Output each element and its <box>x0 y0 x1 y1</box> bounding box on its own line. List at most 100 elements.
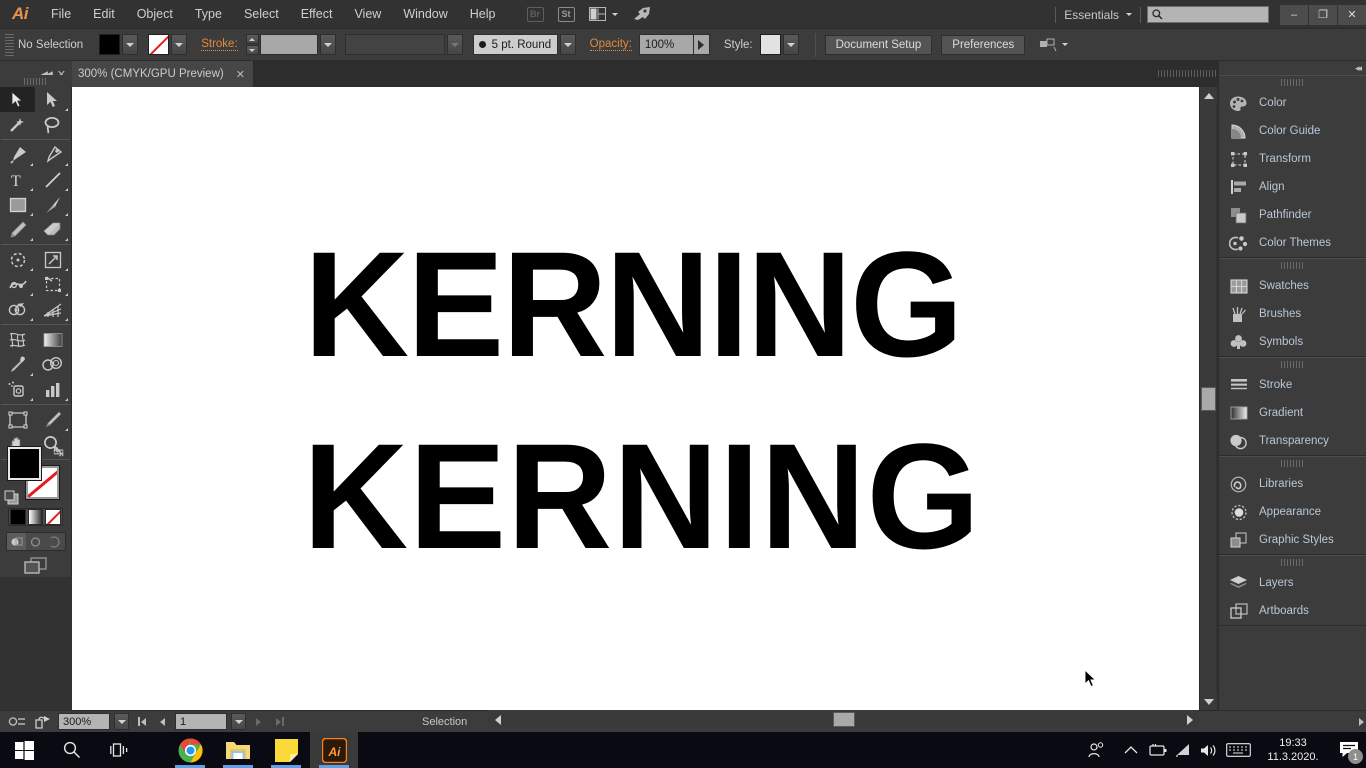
panel-gradient[interactable]: Gradient <box>1219 399 1366 427</box>
vertical-scrollbar[interactable] <box>1199 87 1217 710</box>
scale-tool[interactable] <box>35 247 70 272</box>
artwork-text-line-1[interactable]: KERNING <box>304 218 963 391</box>
document-canvas[interactable]: KERNING KERNING <box>72 87 1203 710</box>
swap-fill-stroke-icon[interactable]: ↹ <box>53 444 64 460</box>
artboard-tool[interactable] <box>0 407 35 432</box>
slice-tool[interactable] <box>35 407 70 432</box>
battery-icon[interactable] <box>1144 732 1170 768</box>
menu-effect[interactable]: Effect <box>290 0 344 29</box>
menu-file[interactable]: File <box>40 0 82 29</box>
dock-group-gripper[interactable] <box>1219 358 1366 371</box>
stroke-weight-control[interactable] <box>245 34 336 55</box>
panel-transform[interactable]: Transform <box>1219 145 1366 173</box>
fill-color-control[interactable] <box>99 34 139 55</box>
type-tool[interactable]: T <box>0 167 35 192</box>
gradient-fill-button[interactable] <box>27 509 44 525</box>
stroke-weight-field[interactable] <box>259 34 318 55</box>
scroll-down-button[interactable] <box>1200 693 1217 710</box>
opacity-flyout-button[interactable] <box>693 34 710 55</box>
direct-selection-tool[interactable] <box>35 87 70 112</box>
line-segment-tool[interactable] <box>35 167 70 192</box>
opacity-field[interactable]: 100% <box>638 34 694 55</box>
status-flyout-icon[interactable] <box>1359 717 1364 726</box>
symbol-sprayer-tool[interactable] <box>0 377 35 402</box>
panel-color-guide[interactable]: Color Guide <box>1219 117 1366 145</box>
taskbar-app-illustrator[interactable]: Ai <box>310 732 358 768</box>
curvature-tool[interactable] <box>35 142 70 167</box>
restore-button[interactable]: ❐ <box>1309 4 1337 25</box>
mesh-tool[interactable] <box>0 327 35 352</box>
start-button[interactable] <box>0 732 48 768</box>
wifi-icon[interactable] <box>1170 732 1196 768</box>
minimize-button[interactable]: – <box>1280 4 1308 25</box>
artboard-number-field[interactable]: 1 <box>175 713 227 730</box>
panel-color[interactable]: Color <box>1219 89 1366 117</box>
close-button[interactable]: ✕ <box>1338 4 1366 25</box>
paintbrush-tool[interactable] <box>35 192 70 217</box>
menu-window[interactable]: Window <box>392 0 458 29</box>
panel-libraries[interactable]: Libraries <box>1219 470 1366 498</box>
edit-toolbar-icon[interactable] <box>6 713 28 731</box>
opacity-label[interactable]: Opacity: <box>589 38 632 51</box>
stroke-weight-label[interactable]: Stroke: <box>201 38 238 51</box>
search-button[interactable] <box>48 732 96 768</box>
draw-normal-button[interactable] <box>7 533 27 550</box>
taskbar-app-sticky-notes[interactable] <box>262 732 310 768</box>
menu-edit[interactable]: Edit <box>82 0 126 29</box>
panel-stroke[interactable]: Stroke <box>1219 371 1366 399</box>
stroke-weight-dropdown[interactable] <box>319 34 336 55</box>
zoom-level-field[interactable]: 300% <box>58 713 110 730</box>
workspace-switcher[interactable]: Essentials <box>1056 8 1140 22</box>
control-bar-gripper[interactable] <box>5 33 14 56</box>
status-current-tool[interactable]: Selection <box>422 716 467 728</box>
vertical-scrollbar-thumb[interactable] <box>1201 387 1216 411</box>
rocket-icon[interactable] <box>632 6 652 22</box>
document-setup-button[interactable]: Document Setup <box>824 34 933 55</box>
menu-object[interactable]: Object <box>126 0 184 29</box>
panel-align[interactable]: Align <box>1219 173 1366 201</box>
style-dropdown-button[interactable] <box>782 34 799 55</box>
share-document-icon[interactable] <box>32 713 54 731</box>
dock-group-gripper[interactable] <box>1219 76 1366 89</box>
scroll-left-button[interactable] <box>490 712 505 727</box>
tab-bar-gripper[interactable] <box>1158 70 1218 77</box>
close-icon[interactable]: ✕ <box>236 68 245 81</box>
eyedropper-tool[interactable] <box>0 352 35 377</box>
previous-artboard-button[interactable] <box>154 713 171 731</box>
chevron-down-icon[interactable] <box>1062 43 1069 46</box>
collapse-panels-icon[interactable]: ◂◂ <box>1355 63 1362 74</box>
stroke-weight-stepper[interactable] <box>245 34 259 55</box>
stock-icon[interactable]: St <box>557 6 575 22</box>
tool-panel-gripper[interactable] <box>0 75 72 87</box>
volume-icon[interactable] <box>1196 732 1222 768</box>
menu-view[interactable]: View <box>343 0 392 29</box>
dock-group-gripper[interactable] <box>1219 259 1366 272</box>
stepper-down[interactable] <box>245 45 259 55</box>
menu-help[interactable]: Help <box>459 0 507 29</box>
rectangle-tool[interactable] <box>0 192 35 217</box>
shape-builder-tool[interactable] <box>0 297 35 322</box>
keyboard-icon[interactable] <box>1222 732 1254 768</box>
horizontal-scrollbar-thumb[interactable] <box>833 712 855 727</box>
document-tab[interactable]: 300% (CMYK/GPU Preview) ✕ <box>72 61 254 87</box>
panel-swatches[interactable]: Swatches <box>1219 272 1366 300</box>
horizontal-scrollbar[interactable] <box>488 710 1199 729</box>
fill-swatch[interactable] <box>99 34 121 55</box>
panel-layers[interactable]: Layers <box>1219 569 1366 597</box>
dock-group-gripper[interactable] <box>1219 556 1366 569</box>
color-fill-button[interactable] <box>10 509 26 525</box>
stroke-dropdown-button[interactable] <box>171 34 188 55</box>
gradient-tool[interactable] <box>35 327 70 352</box>
selection-tool[interactable] <box>0 87 35 112</box>
people-icon[interactable] <box>1082 732 1108 768</box>
rotate-tool[interactable] <box>0 247 35 272</box>
zoom-level-dropdown[interactable] <box>114 713 129 730</box>
graphic-style-swatch[interactable] <box>759 34 781 55</box>
dock-group-gripper[interactable] <box>1219 457 1366 470</box>
panel-artboards[interactable]: Artboards <box>1219 597 1366 625</box>
pen-tool[interactable] <box>0 142 35 167</box>
fill-dropdown-button[interactable] <box>122 34 139 55</box>
brush-definition-dropdown[interactable] <box>559 34 576 55</box>
search-input[interactable] <box>1147 6 1269 23</box>
panel-color-themes[interactable]: Color Themes <box>1219 229 1366 257</box>
